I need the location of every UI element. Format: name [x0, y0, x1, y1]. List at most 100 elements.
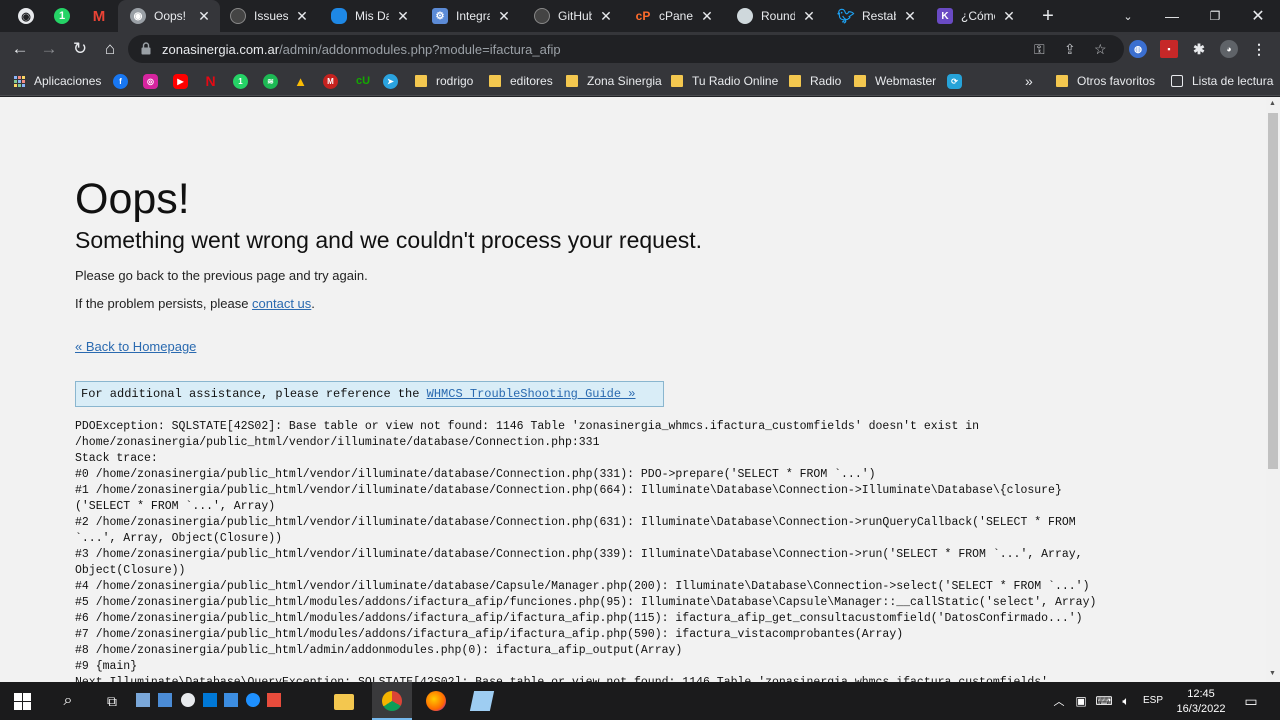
- bookmarks-overflow-button[interactable]: »: [1025, 73, 1033, 89]
- tab-issues[interactable]: Issues · ✕: [230, 0, 316, 32]
- close-icon[interactable]: ✕: [496, 8, 512, 25]
- close-icon[interactable]: ✕: [902, 8, 918, 25]
- gmail-icon[interactable]: M: [91, 8, 107, 25]
- new-tab-button[interactable]: +: [1028, 0, 1068, 32]
- share-icon[interactable]: ⇪: [1064, 41, 1076, 58]
- address-bar[interactable]: zonasinergia.com.ar/admin/addonmodules.p…: [128, 35, 1124, 63]
- network-icon[interactable]: ⌨: [1094, 691, 1114, 711]
- folder-editores[interactable]: editores: [489, 73, 553, 89]
- chrome-taskbar-button[interactable]: [372, 682, 412, 720]
- tab-mis-datos[interactable]: Mis Datos ✕: [331, 0, 417, 32]
- chrome-icon[interactable]: ◉: [18, 8, 34, 24]
- tab-como[interactable]: K ¿Cómo ✕: [937, 0, 1023, 32]
- app-small-icon[interactable]: [203, 693, 217, 707]
- app-small-icon[interactable]: [246, 693, 260, 707]
- file-explorer-icon[interactable]: [334, 694, 354, 710]
- spotify-bookmark[interactable]: ≋: [263, 73, 278, 89]
- back-arrow-icon[interactable]: ←: [7, 36, 33, 62]
- app-small-icon[interactable]: [224, 693, 238, 707]
- reload-icon[interactable]: ↻: [67, 36, 93, 62]
- close-icon[interactable]: ✕: [395, 8, 411, 25]
- scrollbar-thumb[interactable]: [1268, 113, 1278, 469]
- tab-integrar[interactable]: ⚙ Integrar ✕: [432, 0, 518, 32]
- close-icon[interactable]: ✕: [294, 8, 310, 25]
- chevron-up-icon[interactable]: ︿: [1049, 691, 1069, 711]
- folder-radio[interactable]: Radio: [789, 73, 841, 89]
- apps-label: Aplicaciones: [34, 74, 102, 88]
- forward-arrow-icon[interactable]: →: [36, 36, 62, 62]
- extension-red-icon[interactable]: ▪: [1160, 40, 1178, 58]
- sync-bookmark[interactable]: ⟳: [947, 73, 962, 89]
- instagram-bookmark[interactable]: ◎: [143, 73, 158, 89]
- tab-restable[interactable]: 🐦︎ Restable ✕: [837, 0, 924, 32]
- youtube-bookmark[interactable]: ▶: [173, 73, 188, 89]
- firefox-icon[interactable]: [426, 691, 446, 711]
- whatsapp-bookmark[interactable]: 1: [233, 73, 248, 89]
- scroll-down-icon[interactable]: ▼: [1269, 670, 1276, 677]
- tab-oops[interactable]: ◉ Oops! ✕: [118, 0, 220, 32]
- scroll-up-icon[interactable]: ▲: [1269, 100, 1276, 107]
- tab-roundcube[interactable]: Roundcube ✕: [737, 0, 823, 32]
- app-small-icon[interactable]: [267, 693, 281, 707]
- avatar[interactable]: ◕: [1220, 40, 1238, 58]
- telegram-bookmark[interactable]: ➤: [383, 73, 398, 89]
- tab-github[interactable]: GitHub ✕: [534, 0, 620, 32]
- search-icon[interactable]: ⌕: [58, 691, 78, 711]
- folder-label: Webmaster: [875, 74, 937, 88]
- tab-search-icon[interactable]: ⌄: [1108, 0, 1148, 32]
- home-icon[interactable]: ⌂: [97, 36, 123, 62]
- volume-icon[interactable]: 🔈︎: [1116, 691, 1136, 711]
- language-indicator[interactable]: ESP: [1143, 695, 1163, 706]
- clock[interactable]: 12:45 16/3/2022: [1170, 687, 1232, 717]
- contact-us-link[interactable]: contact us: [252, 296, 311, 311]
- back-to-homepage-link[interactable]: « Back to Homepage: [75, 339, 196, 354]
- reading-list-button[interactable]: Lista de lectura: [1171, 73, 1273, 89]
- k-icon: K: [937, 8, 953, 24]
- facebook-bookmark[interactable]: f: [113, 73, 128, 89]
- folder-rodrigo[interactable]: rodrigo: [415, 73, 473, 89]
- security-icon[interactable]: ▣: [1071, 691, 1091, 711]
- close-icon[interactable]: ✕: [801, 8, 817, 25]
- folder-webmaster[interactable]: Webmaster: [854, 73, 936, 89]
- extension-globe-icon[interactable]: ◍: [1129, 40, 1147, 58]
- apps-bookmark[interactable]: Aplicaciones: [14, 73, 101, 89]
- restore-button[interactable]: ❐: [1195, 0, 1235, 32]
- chrome-small-icon[interactable]: [181, 693, 195, 707]
- close-icon[interactable]: ✕: [196, 8, 212, 25]
- whatsapp-icon[interactable]: 1: [54, 8, 70, 24]
- folder-label: Otros favoritos: [1077, 74, 1156, 88]
- telegram-icon: ➤: [383, 73, 398, 89]
- app-small-icon[interactable]: [136, 693, 150, 707]
- notifications-icon[interactable]: ▭: [1241, 691, 1261, 711]
- gmail-bookmark[interactable]: M: [323, 73, 338, 89]
- key-icon[interactable]: ⚿: [1034, 41, 1045, 58]
- notepad-icon[interactable]: [469, 691, 495, 711]
- upwork-bookmark[interactable]: cU: [353, 73, 373, 89]
- app-small-icon[interactable]: [158, 693, 172, 707]
- troubleshooting-guide-link[interactable]: WHMCS TroubleShooting Guide »: [427, 387, 636, 401]
- tab-title: Integrar: [456, 9, 490, 23]
- overflow-chevron-icon: »: [1025, 73, 1033, 89]
- folder-tu-radio-online[interactable]: Tu Radio Online: [671, 73, 778, 89]
- tab-title: GitHub: [558, 9, 592, 23]
- task-view-icon[interactable]: ⧉: [102, 691, 122, 711]
- netflix-bookmark[interactable]: N: [203, 73, 218, 89]
- drive-bookmark[interactable]: ▲: [293, 73, 308, 89]
- openai-icon: ⚙: [432, 8, 448, 24]
- windows-start-icon[interactable]: [12, 691, 32, 711]
- close-icon[interactable]: ✕: [699, 8, 715, 25]
- page-scrollbar[interactable]: ▲ ▼: [1266, 97, 1280, 682]
- menu-icon[interactable]: ⋮: [1250, 40, 1268, 58]
- close-window-button[interactable]: ✕: [1238, 0, 1278, 32]
- tab-title: Restable: [862, 9, 896, 23]
- star-icon[interactable]: ☆: [1094, 41, 1107, 58]
- url-text[interactable]: zonasinergia.com.ar/admin/addonmodules.p…: [162, 42, 561, 57]
- folder-label: Zona Sinergia: [587, 74, 662, 88]
- close-icon[interactable]: ✕: [598, 8, 614, 25]
- tab-cpanel[interactable]: cP cPanel ✕: [635, 0, 721, 32]
- puzzle-icon[interactable]: ✱: [1190, 40, 1208, 58]
- folder-otros-favoritos[interactable]: Otros favoritos: [1056, 73, 1155, 89]
- folder-zona-sinergia[interactable]: Zona Sinergia: [566, 73, 662, 89]
- close-icon[interactable]: ✕: [1001, 8, 1017, 25]
- minimize-button[interactable]: —: [1152, 0, 1192, 32]
